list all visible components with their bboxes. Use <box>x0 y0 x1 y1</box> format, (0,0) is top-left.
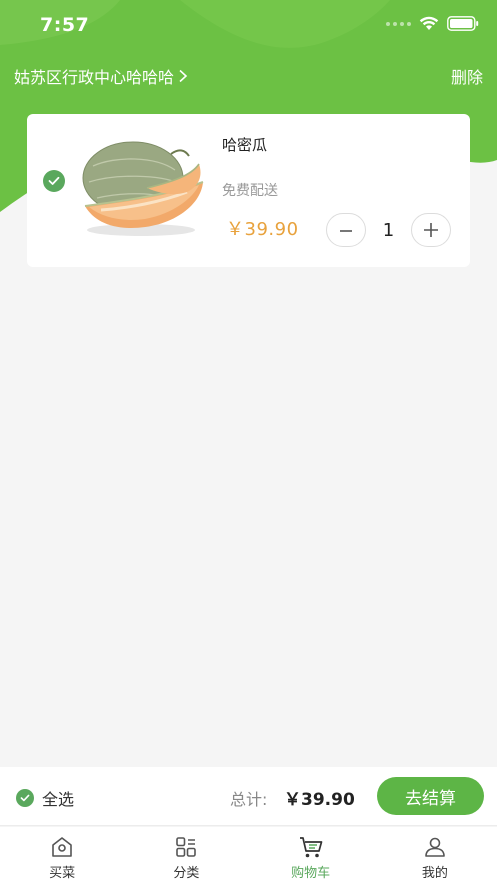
tab-label: 购物车 <box>291 866 331 881</box>
delete-button[interactable]: 删除 <box>451 64 483 88</box>
profile-icon <box>425 837 445 857</box>
product-name[interactable]: 哈密瓜 <box>222 134 267 155</box>
checkout-bar: 全选 总计: ￥39.90 去结算 <box>0 767 497 826</box>
plus-icon <box>424 223 438 237</box>
cart-item-card: 哈密瓜 免费配送 ￥39.90 1 <box>27 114 470 267</box>
tab-label: 我的 <box>421 866 448 881</box>
category-icon <box>176 837 197 857</box>
minus-icon <box>340 230 352 232</box>
signal-icon <box>386 21 411 26</box>
quantity-stepper: 1 <box>326 213 451 247</box>
select-all-label: 全选 <box>42 790 75 809</box>
battery-icon <box>447 16 479 31</box>
home-icon <box>52 837 72 857</box>
wifi-icon <box>419 16 439 30</box>
select-all-checkbox[interactable] <box>16 789 34 807</box>
status-icons <box>386 16 479 31</box>
cantaloupe-image[interactable] <box>75 136 209 238</box>
check-icon <box>20 794 30 802</box>
item-checkbox[interactable] <box>43 170 65 192</box>
increase-button[interactable] <box>411 213 451 247</box>
product-price: ￥39.90 <box>226 219 299 240</box>
quantity-value: 1 <box>382 219 395 241</box>
location-selector[interactable]: 姑苏区行政中心哈哈哈 <box>14 64 188 88</box>
header-nav: 姑苏区行政中心哈哈哈 删除 <box>0 62 497 90</box>
status-bar: 7:57 <box>0 0 497 52</box>
total-value: ￥39.90 <box>284 790 355 810</box>
tab-label: 买菜 <box>49 866 76 881</box>
tab-profile[interactable]: 我的 <box>373 827 497 883</box>
delivery-label: 免费配送 <box>222 183 278 199</box>
tab-buy[interactable]: 买菜 <box>0 827 124 883</box>
checkout-button[interactable]: 去结算 <box>377 777 484 815</box>
select-all-toggle[interactable]: 全选 <box>16 786 74 810</box>
cart-icon <box>299 837 322 858</box>
chevron-right-icon <box>179 69 188 83</box>
tab-label: 分类 <box>173 866 200 881</box>
tab-bar: 买菜 分类 购物车 我的 <box>0 827 497 883</box>
total-label: 总计: <box>230 790 268 809</box>
status-time: 7:57 <box>40 14 90 36</box>
check-icon <box>48 176 60 185</box>
decrease-button[interactable] <box>326 213 366 247</box>
location-label: 姑苏区行政中心哈哈哈 <box>14 68 175 87</box>
tab-category[interactable]: 分类 <box>124 827 248 883</box>
tab-cart[interactable]: 购物车 <box>249 827 373 883</box>
